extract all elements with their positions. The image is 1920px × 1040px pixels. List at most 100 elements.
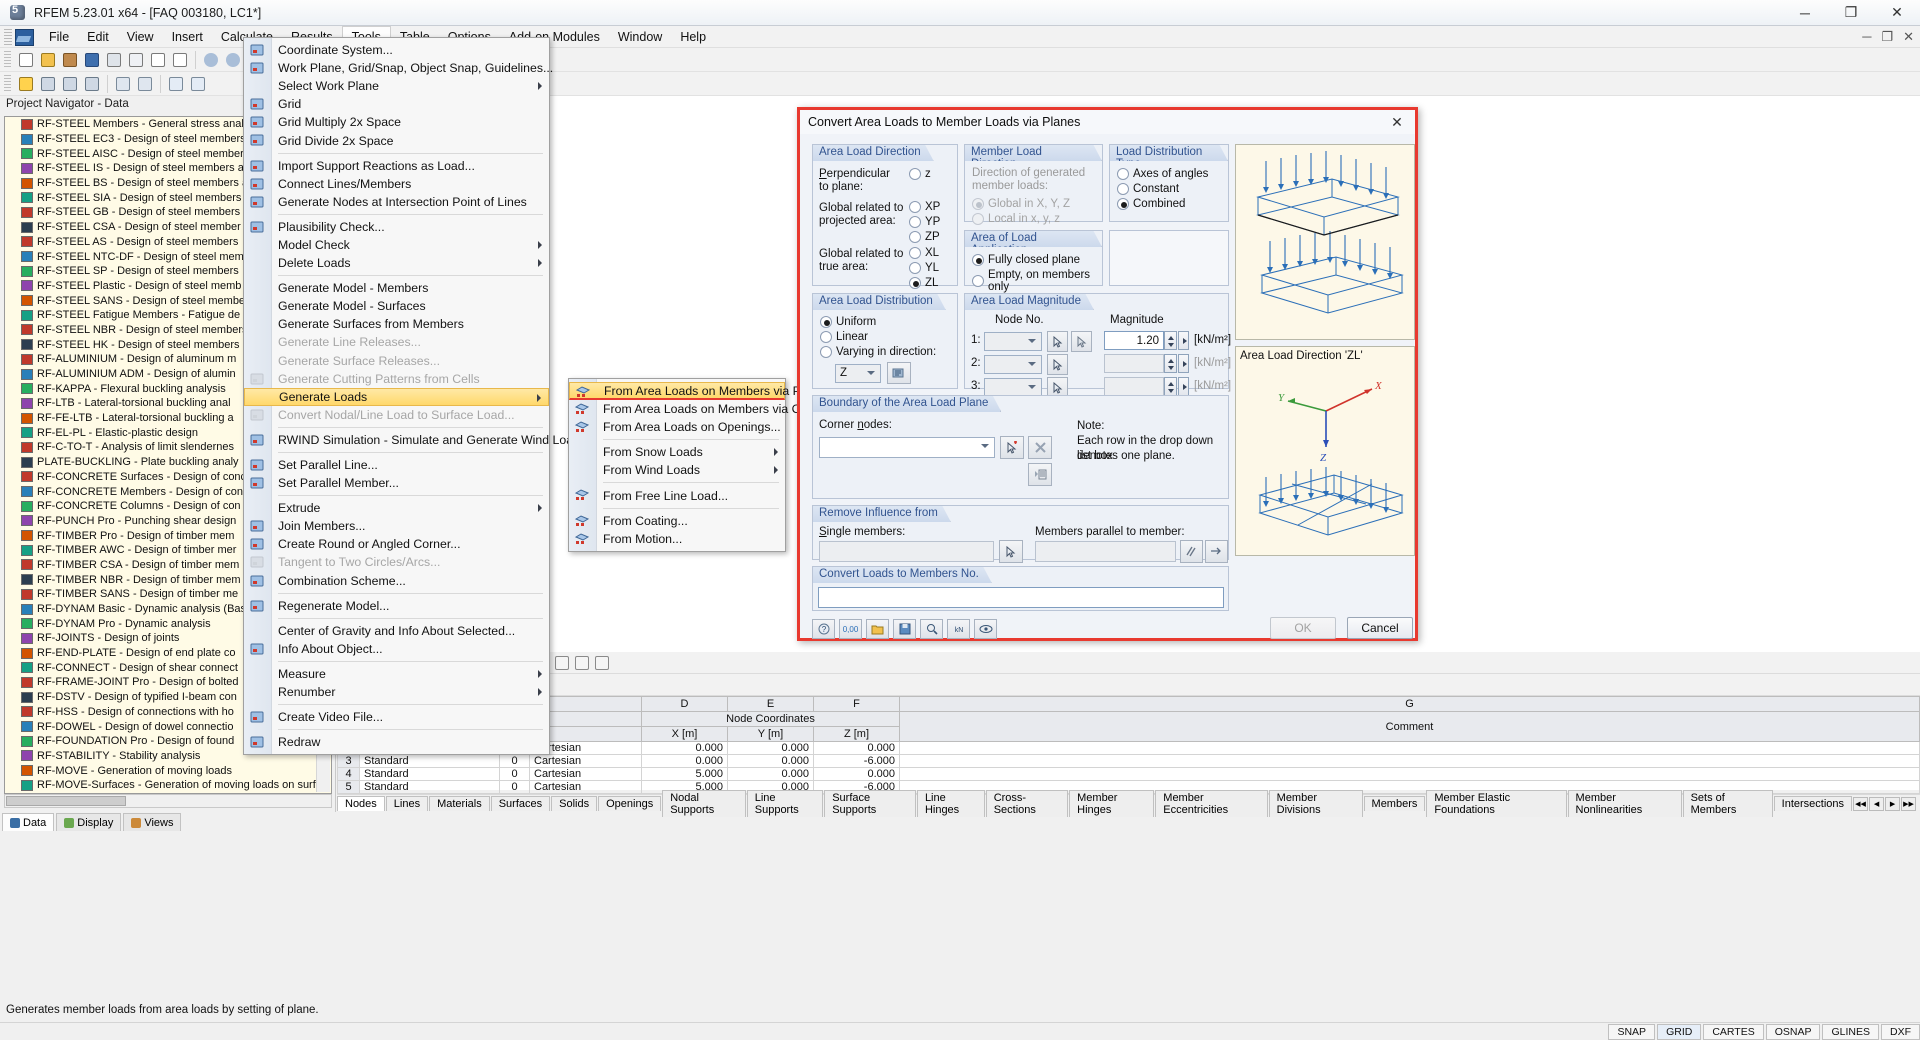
delete-corner-node-button[interactable] — [1028, 436, 1052, 459]
print-icon[interactable] — [104, 50, 124, 70]
y-coordinate-cell[interactable]: 0.000 — [728, 742, 814, 755]
tools-menu-item[interactable]: Connect Lines/Members — [244, 175, 549, 193]
radio-linear[interactable]: Linear — [820, 331, 868, 343]
help-icon[interactable]: ? — [812, 619, 835, 639]
tools-menu-item[interactable]: Create Round or Angled Corner... — [244, 535, 549, 553]
tools-menu-item[interactable]: Join Members... — [244, 517, 549, 535]
radio-uniform[interactable]: Uniform — [820, 316, 876, 328]
x-coordinate-cell[interactable]: 0.000 — [642, 755, 728, 768]
tools-menu-item[interactable]: Delete Loads — [244, 254, 549, 272]
direction-axis-select[interactable]: Z — [835, 364, 881, 383]
printout-report-icon[interactable] — [126, 50, 146, 70]
radio-global-xyz[interactable]: Global in X, Y, Z — [972, 198, 1070, 210]
reference-node-cell[interactable]: 0 — [500, 768, 530, 781]
tools-menu-item[interactable]: Plausibility Check... — [244, 218, 549, 236]
save-icon[interactable] — [60, 50, 80, 70]
tools-menu-item[interactable]: Set Parallel Member... — [244, 474, 549, 492]
status-indicator-grid[interactable]: GRID — [1657, 1024, 1701, 1040]
comment-cell[interactable] — [900, 755, 1920, 768]
z-coordinate-cell[interactable]: -6.000 — [814, 755, 900, 768]
table-tab-cross-sections[interactable]: Cross-Sections — [986, 790, 1068, 817]
table-row[interactable]: 2Standard0Cartesian0.0000.0000.000 — [338, 742, 1920, 755]
pick-single-members-button[interactable] — [999, 540, 1023, 563]
navigator-tab-views[interactable]: Views — [123, 813, 181, 831]
navigator-tab-data[interactable]: Data — [2, 813, 54, 831]
generate-loads-submenu-item[interactable]: From Area Loads on Openings... — [569, 418, 785, 436]
tools-menu-item[interactable]: RWIND Simulation - Simulate and Generate… — [244, 431, 549, 449]
radio-constant[interactable]: Constant — [1117, 183, 1179, 195]
comment-cell[interactable] — [900, 768, 1920, 781]
tab-nav-button-0[interactable]: ◀◀ — [1853, 797, 1868, 811]
tab-nav-button-3[interactable]: ▶▶ — [1901, 797, 1916, 811]
tools-menu-item[interactable]: Center of Gravity and Info About Selecte… — [244, 622, 549, 640]
row2-node-select[interactable] — [984, 355, 1042, 374]
navigator-hscroll-thumb[interactable] — [6, 796, 126, 806]
cancel-button[interactable]: Cancel — [1347, 617, 1413, 639]
units-icon[interactable]: kN — [947, 619, 970, 639]
table-row[interactable]: 3Standard0Cartesian0.0000.000-6.000 — [338, 755, 1920, 768]
radio-yp[interactable]: YP — [909, 216, 940, 228]
tools-menu-item[interactable]: Import Support Reactions as Load... — [244, 157, 549, 175]
table-tab-member-divisions[interactable]: Member Divisions — [1269, 790, 1363, 817]
minimize-button[interactable]: ─ — [1782, 0, 1828, 26]
generate-loads-submenu-item[interactable]: From Coating... — [569, 512, 785, 530]
list-corner-nodes-button[interactable] — [1028, 463, 1052, 486]
node-coordinates-grid[interactable]: D E F G Node Coordinates Comment — [337, 696, 1920, 790]
undo-icon[interactable] — [201, 50, 221, 70]
navigator-item[interactable]: RF-MOVE - Generation of moving loads — [5, 763, 331, 778]
tools-menu-item[interactable]: Generate Model - Surfaces — [244, 297, 549, 315]
radio-fully-closed-plane[interactable]: Fully closed plane — [972, 254, 1080, 266]
default-value-icon[interactable]: 0,00 — [839, 619, 862, 639]
status-indicator-cartes[interactable]: CARTES — [1703, 1024, 1763, 1040]
tools-menu-item[interactable]: Regenerate Model... — [244, 597, 549, 615]
tools-menu-item[interactable]: Grid Multiply 2x Space — [244, 113, 549, 131]
status-indicator-glines[interactable]: GLINES — [1822, 1024, 1879, 1040]
new-file-icon[interactable] — [16, 50, 36, 70]
reference-node-cell[interactable]: 0 — [500, 781, 530, 794]
select-objects-icon[interactable] — [16, 74, 36, 94]
tools-menu-item[interactable]: Coordinate System... — [244, 41, 549, 59]
z-coordinate-cell[interactable]: 0.000 — [814, 768, 900, 781]
table-tab-line-hinges[interactable]: Line Hinges — [917, 790, 985, 817]
z-coordinate-cell[interactable]: 0.000 — [814, 742, 900, 755]
row1-pick-multiple-button[interactable] — [1071, 331, 1092, 352]
print-preview-icon[interactable] — [148, 50, 168, 70]
row1-node-select[interactable] — [984, 332, 1042, 351]
generate-loads-submenu-item[interactable]: From Motion... — [569, 530, 785, 548]
tools-menu-item[interactable]: Renumber — [244, 683, 549, 701]
radio-yl[interactable]: YL — [909, 262, 939, 274]
coordinate-system-cell[interactable]: Cartesian — [530, 781, 642, 794]
tools-menu-item[interactable]: Combination Scheme... — [244, 572, 549, 590]
table-tab-intersections[interactable]: Intersections — [1774, 796, 1852, 811]
tools-menu-item[interactable]: Grid Divide 2x Space — [244, 131, 549, 149]
y-coordinate-cell[interactable]: 0.000 — [728, 755, 814, 768]
table-tab-openings[interactable]: Openings — [598, 796, 661, 811]
tools-menu-item[interactable]: Create Video File... — [244, 708, 549, 726]
open-file-icon[interactable] — [38, 50, 58, 70]
row2-magnitude-spinner[interactable] — [1164, 354, 1177, 373]
row2-magnitude-more-button[interactable] — [1178, 354, 1189, 373]
coordinate-system-icon[interactable] — [166, 74, 186, 94]
tools-menu-item[interactable]: Grid — [244, 95, 549, 113]
row1-magnitude-spinner[interactable] — [1164, 331, 1177, 350]
convert-loads-input[interactable] — [818, 587, 1224, 608]
row1-magnitude-more-button[interactable] — [1178, 331, 1189, 350]
row-number-cell[interactable]: 3 — [338, 755, 360, 768]
radio-xl[interactable]: XL — [909, 247, 939, 259]
table-tab-solids[interactable]: Solids — [551, 796, 597, 811]
coordinate-system-cell[interactable]: Cartesian — [530, 768, 642, 781]
work-plane-icon[interactable] — [188, 74, 208, 94]
table-tab-nodal-supports[interactable]: Nodal Supports — [662, 790, 746, 817]
menubar-grip[interactable] — [4, 29, 12, 45]
radio-axes-of-angles[interactable]: Axes of angles — [1117, 168, 1208, 180]
radio-local-xyz[interactable]: Local in x, y, z — [972, 213, 1060, 225]
radio-zp[interactable]: ZP — [909, 231, 940, 243]
tab-nav-button-1[interactable]: ◀ — [1869, 797, 1884, 811]
dialog-close-icon[interactable]: ✕ — [1387, 112, 1407, 132]
radio-empty-on-members[interactable]: Empty, on members only — [972, 269, 1102, 293]
navigator-tab-display[interactable]: Display — [56, 813, 121, 831]
x-coordinate-cell[interactable]: 5.000 — [642, 768, 728, 781]
pick-direction-button[interactable] — [887, 362, 911, 384]
table-tab-member-eccentricities[interactable]: Member Eccentricities — [1155, 790, 1267, 817]
mdi-minimize-button[interactable]: ─ — [1862, 29, 1871, 45]
